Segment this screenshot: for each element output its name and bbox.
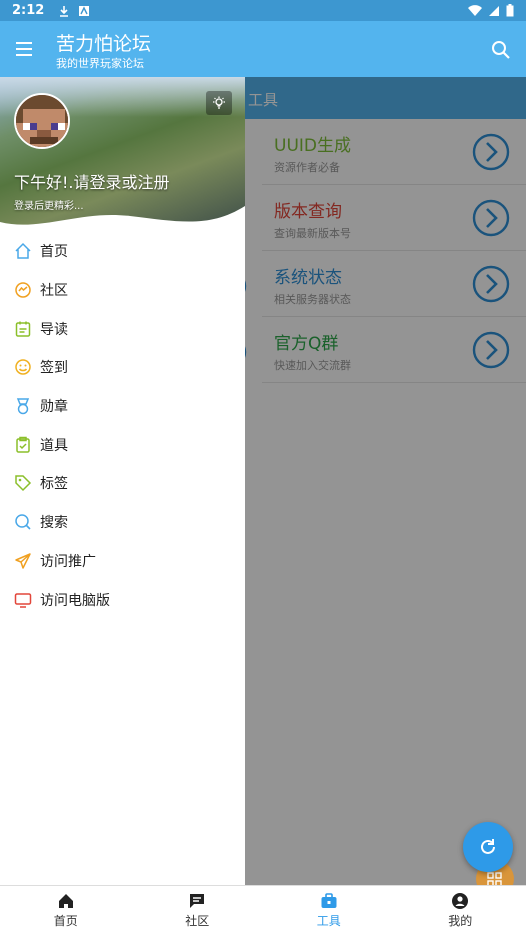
drawer-item-medals[interactable]: 勋章 — [0, 387, 245, 426]
account-icon — [452, 893, 469, 909]
menu-icon[interactable] — [14, 39, 34, 59]
drawer-item-label: 签到 — [40, 360, 68, 377]
navigation-drawer: 下午好!.请登录或注册 登录后更精彩... 首页 社区 导读 签到 勋章 道具 — [0, 77, 245, 885]
app-title: 苦力怕论坛 — [56, 33, 152, 55]
nav-home-label: 首页 — [53, 914, 78, 928]
drawer-item-label: 标签 — [40, 476, 68, 493]
nav-community[interactable]: 社区 — [132, 886, 264, 935]
medal-icon — [16, 398, 30, 415]
drawer-menu: 首页 社区 导读 签到 勋章 道具 标签 搜索 访问推广 访问电脑版 — [0, 232, 245, 619]
status-time: 2:12 — [12, 3, 45, 18]
drawer-item-label: 首页 — [40, 244, 68, 261]
drawer-item-label: 访问电脑版 — [40, 592, 110, 609]
nav-community-label: 社区 — [185, 914, 210, 928]
reading-icon — [15, 321, 31, 337]
steve-avatar-icon — [16, 95, 68, 147]
monitor-icon — [14, 592, 32, 608]
app-subtitle: 我的世界玩家论坛 — [56, 57, 144, 70]
app-bar: 苦力怕论坛 我的世界玩家论坛 — [0, 21, 526, 77]
battery-icon — [506, 4, 514, 17]
refresh-button[interactable] — [463, 822, 513, 872]
home-icon — [15, 243, 31, 260]
drawer-item-desktop[interactable]: 访问电脑版 — [0, 580, 245, 619]
bottom-navigation: 首页 社区 工具 我的 — [0, 885, 526, 935]
drawer-item-label: 搜索 — [40, 515, 68, 532]
clipboard-icon — [16, 436, 30, 453]
nav-tools-label: 工具 — [316, 914, 341, 928]
drawer-item-checkin[interactable]: 签到 — [0, 348, 245, 387]
community-icon — [15, 282, 31, 298]
theme-toggle-button[interactable] — [206, 91, 232, 115]
drawer-item-reading[interactable]: 导读 — [0, 309, 245, 348]
drawer-item-label: 访问推广 — [40, 553, 96, 570]
download-icon — [60, 5, 69, 17]
greeting-text[interactable]: 下午好!.请登录或注册 — [14, 169, 170, 193]
status-bar: 2:12 — [0, 0, 526, 21]
toolbox-icon — [321, 893, 337, 908]
nav-tools[interactable]: 工具 — [263, 886, 395, 935]
search-icon[interactable] — [490, 39, 512, 61]
drawer-item-label: 道具 — [40, 437, 68, 454]
refresh-icon — [481, 839, 495, 854]
drawer-header: 下午好!.请登录或注册 登录后更精彩... — [0, 77, 245, 232]
avatar[interactable] — [14, 93, 70, 149]
wifi-icon — [468, 4, 482, 16]
tag-icon — [15, 475, 32, 492]
nav-mine[interactable]: 我的 — [395, 886, 526, 935]
drawer-item-search[interactable]: 搜索 — [0, 503, 245, 542]
signal-icon — [489, 5, 499, 16]
lightbulb-icon — [213, 96, 225, 109]
drawer-item-home[interactable]: 首页 — [0, 232, 245, 271]
drawer-item-props[interactable]: 道具 — [0, 425, 245, 464]
nav-mine-label: 我的 — [448, 914, 473, 928]
app-notification-icon — [79, 5, 90, 16]
search-icon — [15, 514, 31, 530]
home-icon — [58, 894, 73, 908]
drawer-item-community[interactable]: 社区 — [0, 271, 245, 310]
header-wave-divider — [0, 206, 245, 232]
drawer-item-label: 勋章 — [40, 399, 68, 416]
smile-icon — [15, 359, 31, 376]
drawer-item-tags[interactable]: 标签 — [0, 464, 245, 503]
chat-icon — [190, 894, 205, 908]
drawer-item-promotion[interactable]: 访问推广 — [0, 542, 245, 581]
drawer-item-label: 社区 — [40, 283, 68, 300]
drawer-item-label: 导读 — [40, 321, 68, 338]
nav-home[interactable]: 首页 — [0, 886, 132, 935]
paper-plane-icon — [15, 553, 31, 569]
